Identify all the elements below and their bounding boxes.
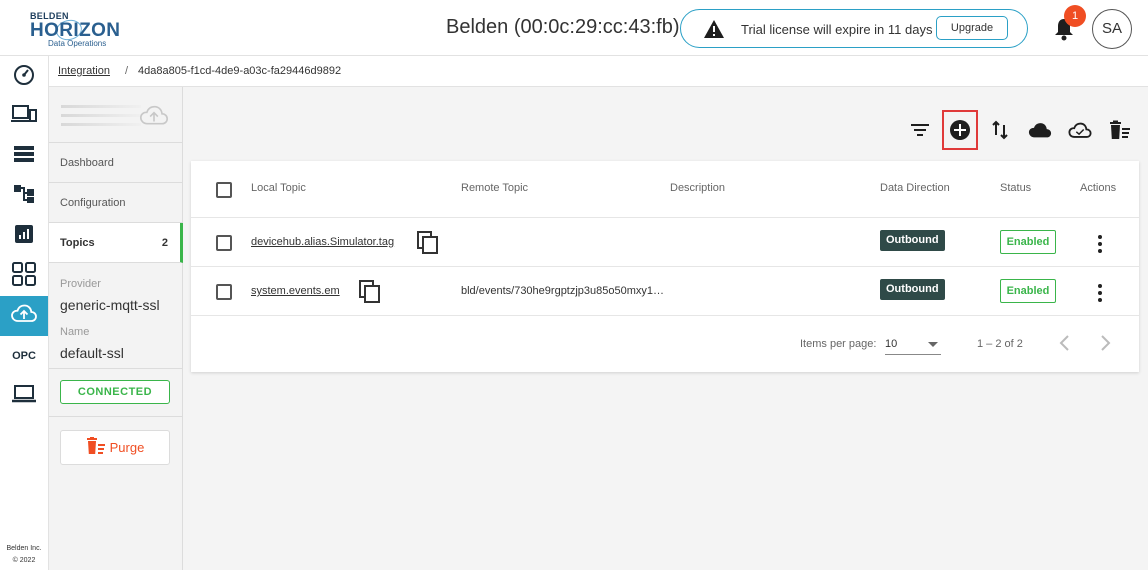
name-label: Name xyxy=(60,326,90,338)
row-checkbox[interactable] xyxy=(216,284,232,300)
local-topic-link[interactable]: system.events.em xyxy=(251,285,340,297)
cloud-upload-icon xyxy=(11,304,37,329)
topics-table: Local Topic Remote Topic Description Dat… xyxy=(191,161,1139,372)
logo-line2: HORIZON xyxy=(30,20,121,41)
column-header-remote-topic[interactable]: Remote Topic xyxy=(461,182,528,194)
sort-icon[interactable] xyxy=(988,118,1012,142)
nav-devices[interactable] xyxy=(0,96,48,136)
column-header-status[interactable]: Status xyxy=(1000,182,1031,194)
tab-configuration-label: Configuration xyxy=(60,197,126,209)
remote-topic: bld/events/730he9rgptzjp3u85o50mxy1… xyxy=(461,285,665,297)
row-divider xyxy=(191,315,1139,316)
trash-icon xyxy=(86,437,106,458)
next-page-icon[interactable] xyxy=(1097,333,1113,353)
page-size-select[interactable]: 10 xyxy=(885,331,941,355)
integration-header-card xyxy=(49,87,183,143)
copy-icon[interactable] xyxy=(359,280,381,309)
breadcrumb: Integration / 4da8a805-f1cd-4de9-a03c-fa… xyxy=(49,56,1148,87)
local-topic-link[interactable]: devicehub.alias.Simulator.tag xyxy=(251,236,394,248)
copyright-line1: Belden Inc. xyxy=(6,545,42,552)
direction-badge: Outbound xyxy=(880,279,945,300)
items-per-page-label: Items per page: xyxy=(800,338,877,350)
provider-value: generic-mqtt-ssl xyxy=(60,297,160,313)
divider xyxy=(49,368,183,369)
cloud-icon[interactable] xyxy=(1028,118,1052,142)
tab-dashboard-label: Dashboard xyxy=(60,157,114,169)
purge-label: Purge xyxy=(109,440,145,455)
hierarchy-icon xyxy=(13,184,35,209)
belden-horizon-logo[interactable]: BELDEN HORIZON Data Operations xyxy=(26,8,126,50)
previous-page-icon[interactable] xyxy=(1057,333,1073,353)
page-size-value: 10 xyxy=(885,338,898,350)
tab-dashboard[interactable]: Dashboard xyxy=(49,143,183,183)
tab-configuration[interactable]: Configuration xyxy=(49,183,183,223)
tab-topics-count: 2 xyxy=(161,237,168,249)
status-badge: Enabled xyxy=(1000,230,1056,254)
breadcrumb-integration-link[interactable]: Integration xyxy=(58,65,110,77)
placeholder-bar xyxy=(61,114,141,117)
status-badge: Enabled xyxy=(1000,279,1056,303)
nav-dashboard[interactable] xyxy=(0,56,48,96)
nav-analytics[interactable] xyxy=(0,216,48,256)
breadcrumb-current: 4da8a805-f1cd-4de9-a03c-fa29446d9892 xyxy=(138,65,342,77)
warning-icon xyxy=(703,19,725,44)
opc-label: OPC xyxy=(12,350,36,362)
row-divider xyxy=(191,217,1139,218)
pagination-range: 1 – 2 of 2 xyxy=(977,338,1023,350)
devices-icon xyxy=(11,103,37,130)
nav-laptop[interactable] xyxy=(0,376,48,416)
more-actions-icon[interactable] xyxy=(1092,281,1108,305)
copyright-line2: © 2022 xyxy=(12,557,36,564)
chart-icon xyxy=(14,224,34,249)
cloud-upload-icon xyxy=(139,105,169,132)
purge-button[interactable]: Purge xyxy=(60,430,170,465)
left-nav: OPC Belden Inc. © 2022 xyxy=(0,56,49,570)
nav-hierarchy[interactable] xyxy=(0,176,48,216)
nav-list[interactable] xyxy=(0,136,48,176)
divider xyxy=(49,416,183,417)
direction-badge: Outbound xyxy=(880,230,945,251)
device-title: Belden (00:0c:29:cc:43:fb) xyxy=(446,16,680,38)
upgrade-button[interactable]: Upgrade xyxy=(936,16,1008,40)
copyright: Belden Inc. © 2022 xyxy=(0,543,48,567)
column-header-data-direction[interactable]: Data Direction xyxy=(880,182,950,194)
column-header-actions: Actions xyxy=(1080,182,1117,194)
gauge-icon xyxy=(12,62,36,91)
nav-opc[interactable]: OPC xyxy=(0,336,48,376)
cloud-outline-icon[interactable] xyxy=(1068,118,1092,142)
integration-sidebar: Dashboard Configuration Topics 2 Provide… xyxy=(49,87,183,570)
add-circle-icon[interactable] xyxy=(948,118,972,142)
chevron-down-icon xyxy=(928,342,938,347)
select-all-checkbox[interactable] xyxy=(216,182,232,198)
provider-label: Provider xyxy=(60,278,101,290)
connection-status-badge: CONNECTED xyxy=(60,380,170,404)
filter-icon[interactable] xyxy=(908,118,932,142)
placeholder-bar xyxy=(61,105,141,108)
license-message: Trial license will expire in 11 days xyxy=(741,22,933,37)
laptop-icon xyxy=(12,384,36,408)
column-header-local-topic[interactable]: Local Topic xyxy=(251,182,306,194)
tab-topics[interactable]: Topics 2 xyxy=(49,223,183,263)
apps-grid-icon xyxy=(12,261,36,291)
notification-badge[interactable]: 1 xyxy=(1064,5,1086,27)
copy-icon[interactable] xyxy=(417,231,439,260)
app-header: BELDEN HORIZON Data Operations Belden (0… xyxy=(0,0,1148,56)
more-actions-icon[interactable] xyxy=(1092,232,1108,256)
license-banner: Trial license will expire in 11 days Upg… xyxy=(680,9,1028,48)
logo-line3: Data Operations xyxy=(48,39,107,48)
name-value: default-ssl xyxy=(60,345,124,361)
breadcrumb-separator: / xyxy=(125,65,129,77)
column-header-description[interactable]: Description xyxy=(670,182,725,194)
nav-integration[interactable] xyxy=(0,296,48,336)
list-icon xyxy=(13,144,35,169)
tab-topics-label: Topics xyxy=(60,237,95,249)
nav-apps[interactable] xyxy=(0,256,48,296)
row-checkbox[interactable] xyxy=(216,235,232,251)
row-divider xyxy=(191,266,1139,267)
placeholder-bar xyxy=(61,123,141,126)
delete-list-icon[interactable] xyxy=(1108,118,1132,142)
user-avatar[interactable]: SA xyxy=(1092,9,1132,49)
